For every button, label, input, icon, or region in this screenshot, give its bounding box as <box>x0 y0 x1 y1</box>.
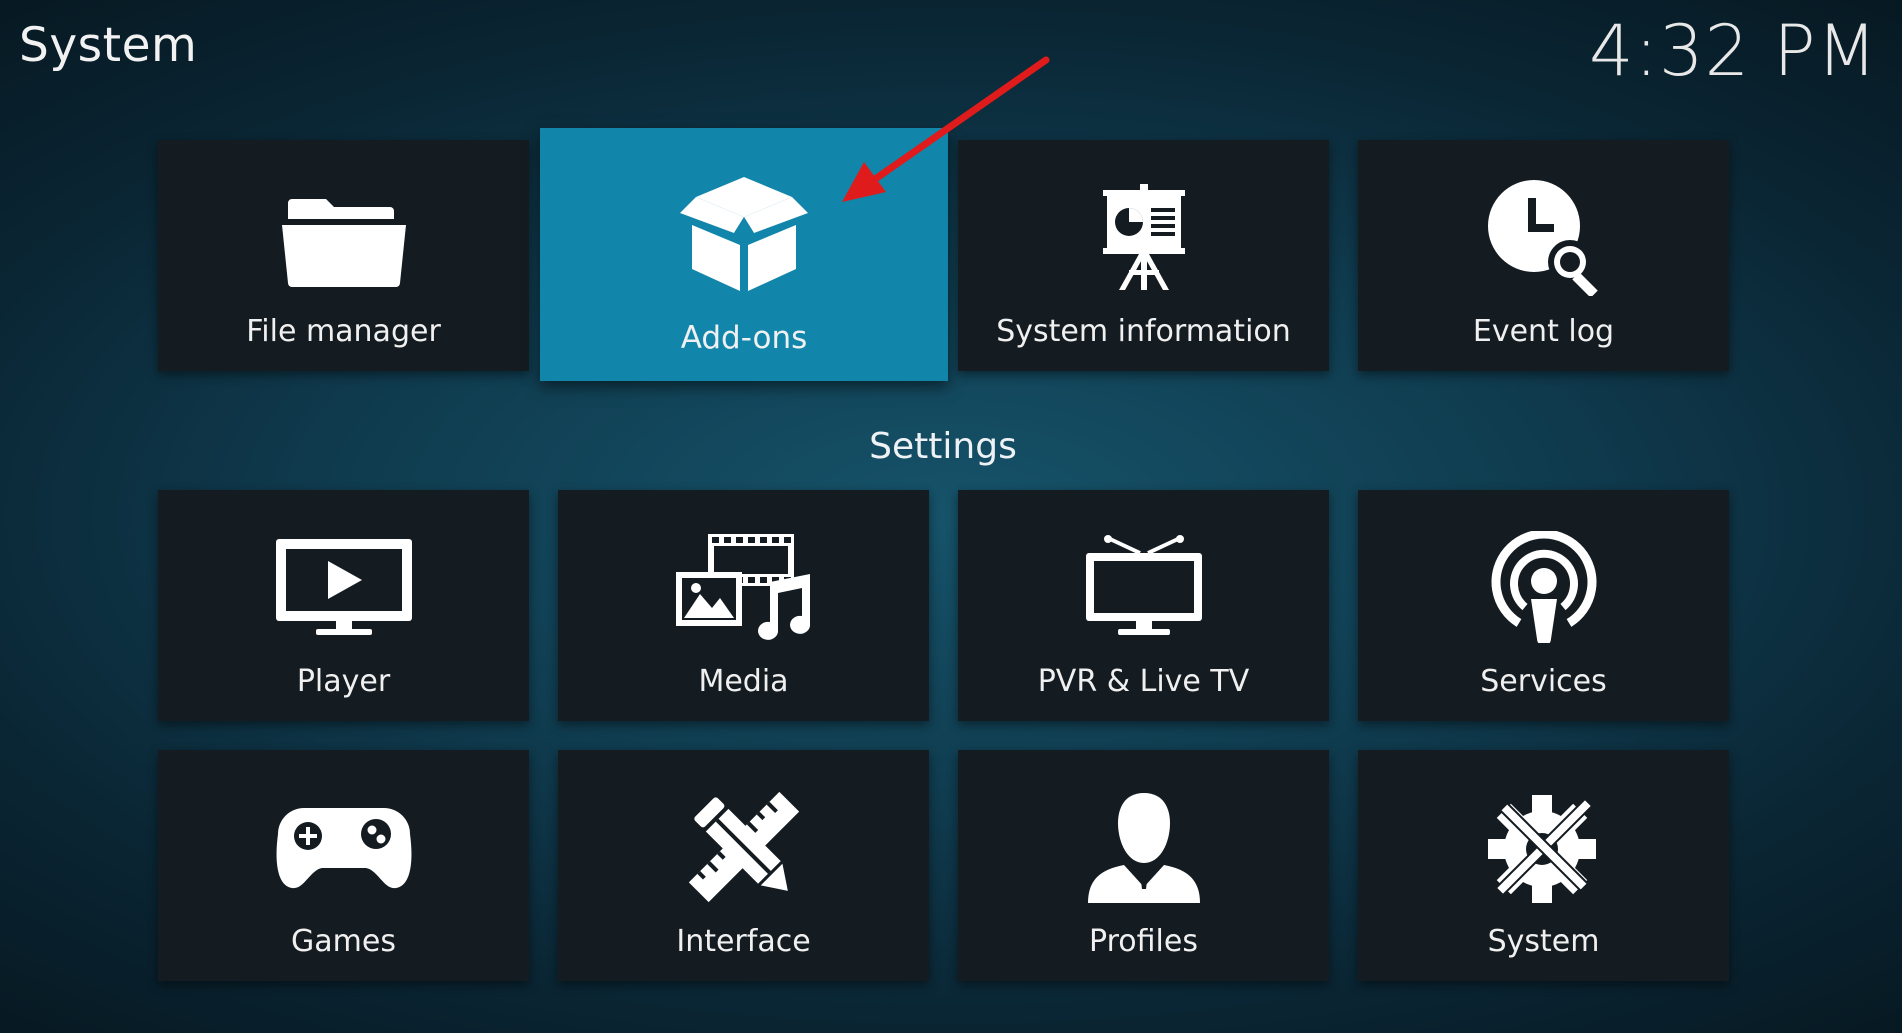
tile-label: System information <box>996 314 1291 349</box>
gamepad-icon <box>264 788 424 906</box>
tile-player[interactable]: Player <box>158 490 529 721</box>
clock: 4:32 PM <box>1588 10 1878 92</box>
tile-interface[interactable]: Interface <box>558 750 929 981</box>
tile-label: Services <box>1480 664 1607 699</box>
tile-label: Event log <box>1472 314 1615 349</box>
tile-label: Player <box>296 664 391 699</box>
tile-system-information[interactable]: System information <box>958 140 1329 371</box>
tile-media[interactable]: Media <box>558 490 929 721</box>
tile-label: PVR & Live TV <box>1037 664 1250 699</box>
user-icon <box>1064 788 1224 906</box>
broadcast-icon <box>1464 528 1624 646</box>
tile-system-settings[interactable]: System <box>1358 750 1729 981</box>
tile-label: Games <box>291 924 396 959</box>
settings-heading: Settings <box>869 426 1017 467</box>
pencil-ruler-icon <box>664 788 824 906</box>
gear-wrench-icon <box>1464 788 1624 906</box>
clock-search-icon <box>1464 178 1624 296</box>
presentation-icon <box>1064 178 1224 296</box>
tile-label: File manager <box>246 314 441 349</box>
tv-antenna-icon <box>1064 528 1224 646</box>
box-icon <box>664 168 824 298</box>
tile-label: System <box>1487 924 1600 959</box>
tile-label: Add-ons <box>680 320 808 356</box>
folder-icon <box>264 178 424 296</box>
tile-add-ons[interactable]: Add-ons <box>540 128 948 381</box>
tv-play-icon <box>264 528 424 646</box>
tile-label: Media <box>698 664 789 699</box>
tile-profiles[interactable]: Profiles <box>958 750 1329 981</box>
tile-games[interactable]: Games <box>158 750 529 981</box>
tile-services[interactable]: Services <box>1358 490 1729 721</box>
media-icon <box>664 528 824 646</box>
tile-label: Interface <box>676 924 811 959</box>
header-title: System <box>19 18 198 73</box>
tile-event-log[interactable]: Event log <box>1358 140 1729 371</box>
tile-pvr-live-tv[interactable]: PVR & Live TV <box>958 490 1329 721</box>
tile-label: Profiles <box>1089 924 1198 959</box>
tile-file-manager[interactable]: File manager <box>158 140 529 371</box>
